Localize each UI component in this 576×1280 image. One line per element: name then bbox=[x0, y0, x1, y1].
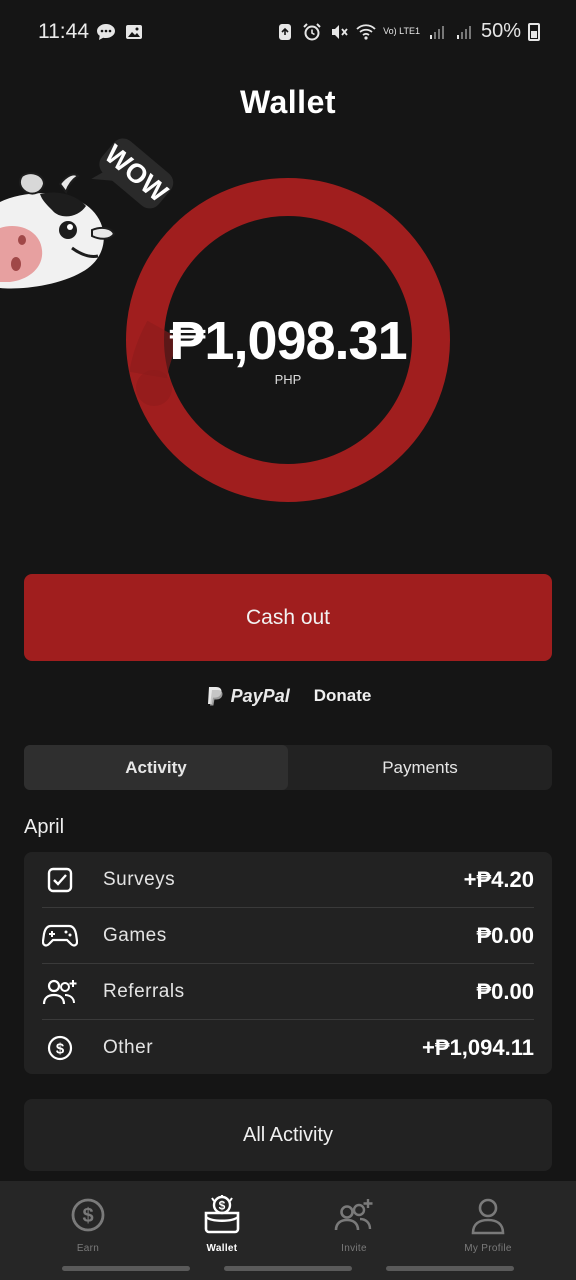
status-bar: 11:44 Vo) LTE1 50% bbox=[0, 0, 576, 64]
nav-label: Earn bbox=[76, 1243, 100, 1254]
wallet-screen: 11:44 Vo) LTE1 50% Wallet WOW ₱1,098.31 … bbox=[0, 0, 576, 1280]
status-time: 11:44 bbox=[38, 20, 89, 43]
activity-list: Surveys +₱4.20 Games ₱0.00 Referrals ₱0.… bbox=[24, 852, 552, 1074]
row-amount: +₱1,094.11 bbox=[422, 1035, 534, 1060]
notification-icons bbox=[96, 22, 144, 42]
tab-payments[interactable]: Payments bbox=[288, 745, 552, 790]
activity-tabs: Activity Payments bbox=[24, 745, 552, 790]
balance-ring: ₱1,098.31 PHP bbox=[126, 170, 450, 510]
row-label: Other bbox=[103, 1037, 154, 1058]
list-item-surveys[interactable]: Surveys +₱4.20 bbox=[42, 852, 534, 908]
nav-profile[interactable]: My Profile bbox=[422, 1191, 554, 1261]
row-label: Surveys bbox=[103, 869, 176, 890]
month-heading: April bbox=[24, 816, 65, 838]
mute-icon bbox=[332, 24, 348, 39]
volte-label: Vo) LTE1 bbox=[383, 26, 420, 36]
recycle-icon bbox=[279, 23, 292, 40]
balance-amount: ₱1,098.31 bbox=[169, 311, 407, 371]
nav-label: Wallet bbox=[206, 1243, 238, 1254]
gesture-handle bbox=[62, 1266, 190, 1271]
nav-label: Invite bbox=[341, 1243, 367, 1254]
wifi-icon bbox=[356, 23, 376, 40]
page-title: Wallet bbox=[239, 84, 337, 120]
wallet-icon: $ bbox=[204, 1195, 240, 1234]
svg-text:$: $ bbox=[219, 1199, 226, 1213]
list-item-referrals[interactable]: Referrals ₱0.00 bbox=[42, 964, 534, 1020]
list-item-games[interactable]: Games ₱0.00 bbox=[42, 908, 534, 964]
gamepad-icon bbox=[42, 918, 78, 954]
dollar-coin-icon: $ bbox=[71, 1198, 105, 1232]
list-item-other[interactable]: $ Other +₱1,094.11 bbox=[42, 1020, 534, 1076]
referrals-icon bbox=[42, 974, 78, 1010]
signal-2-icon bbox=[456, 25, 471, 39]
alarm-icon bbox=[303, 22, 321, 40]
paypal-label: PayPal bbox=[230, 685, 290, 706]
paypal-icon bbox=[207, 687, 223, 706]
cashout-button[interactable]: Cash out bbox=[24, 574, 552, 661]
row-amount: +₱4.20 bbox=[463, 867, 534, 892]
battery-icon bbox=[528, 22, 540, 41]
battery-percent: 50% bbox=[480, 20, 521, 42]
image-icon bbox=[126, 25, 142, 39]
profile-icon bbox=[471, 1198, 505, 1235]
system-icons: Vo) LTE1 50% bbox=[275, 20, 540, 43]
paypal-link[interactable]: PayPal bbox=[205, 685, 290, 707]
checkbox-icon bbox=[42, 862, 78, 898]
nav-invite[interactable]: Invite bbox=[288, 1191, 420, 1261]
signal-icon bbox=[429, 25, 444, 39]
svg-text:$: $ bbox=[82, 1205, 93, 1227]
donate-link[interactable]: Donate bbox=[314, 686, 372, 706]
tab-activity[interactable]: Activity bbox=[24, 745, 288, 790]
invite-icon bbox=[334, 1199, 373, 1231]
dollar-coin-icon: $ bbox=[42, 1030, 78, 1066]
balance-currency: PHP bbox=[274, 372, 302, 387]
row-amount: ₱0.00 bbox=[476, 923, 535, 948]
chat-icon bbox=[97, 24, 115, 40]
nav-earn[interactable]: $ Earn bbox=[22, 1191, 154, 1261]
nav-wallet[interactable]: $ Wallet bbox=[156, 1191, 288, 1261]
gesture-handle bbox=[224, 1266, 352, 1271]
row-amount: ₱0.00 bbox=[476, 979, 535, 1004]
row-label: Referrals bbox=[103, 981, 185, 1002]
payment-options: PayPal Donate bbox=[0, 680, 576, 712]
all-activity-button[interactable]: All Activity bbox=[24, 1099, 552, 1171]
svg-text:$: $ bbox=[56, 1041, 65, 1058]
nav-label: My Profile bbox=[464, 1243, 512, 1254]
row-label: Games bbox=[103, 925, 167, 946]
gesture-handle bbox=[386, 1266, 514, 1271]
